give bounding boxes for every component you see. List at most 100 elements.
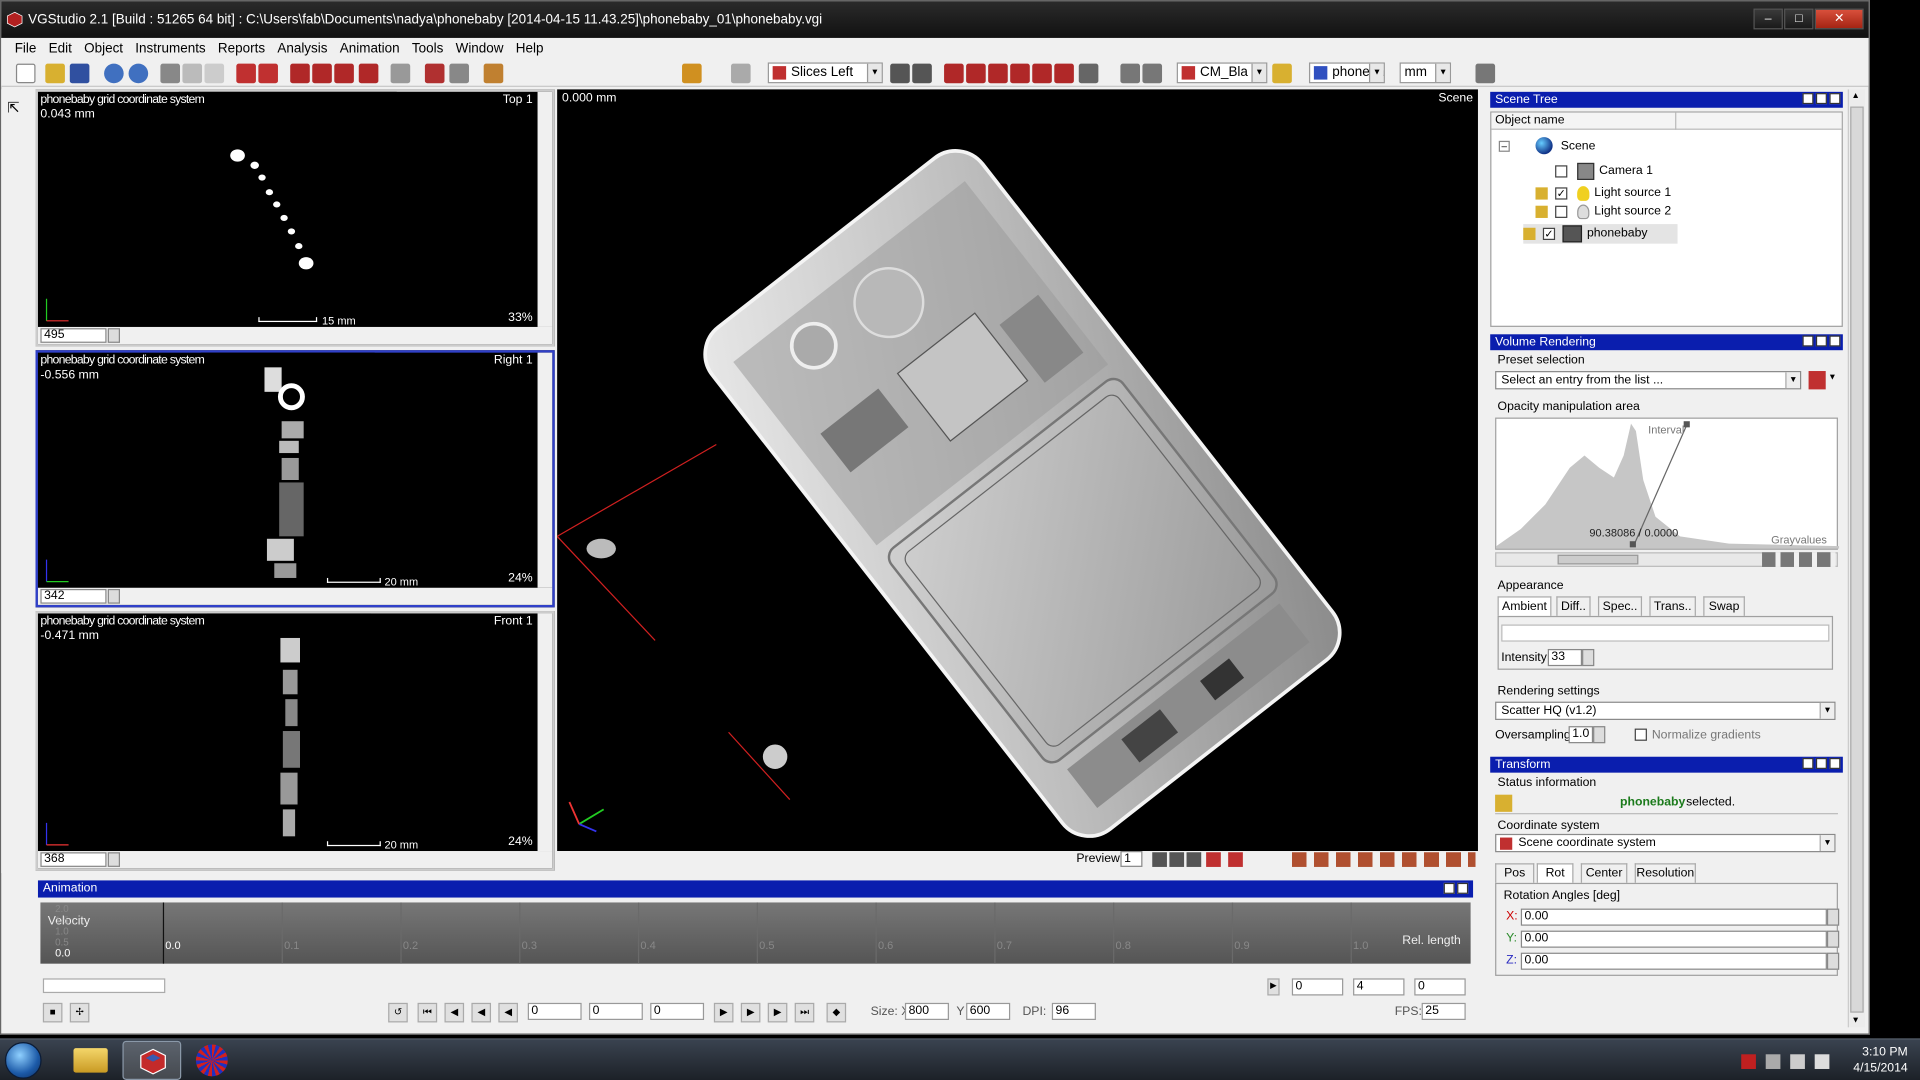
- menu-window[interactable]: Window: [449, 42, 509, 57]
- layout-combo[interactable]: Slices Left ▼: [767, 62, 883, 84]
- wrench-icon[interactable]: [1272, 63, 1292, 84]
- close-button[interactable]: ✕: [1814, 8, 1864, 30]
- tray-flag-icon[interactable]: [1741, 1054, 1756, 1069]
- unit-combo[interactable]: mm ▼: [1399, 62, 1452, 84]
- menu-object[interactable]: Object: [78, 42, 129, 57]
- fit-icon[interactable]: [1142, 63, 1163, 84]
- panel-float-icon[interactable]: [1443, 882, 1455, 894]
- rotation-y-spinner[interactable]: [1826, 930, 1840, 948]
- visibility-checkbox[interactable]: [1555, 165, 1568, 178]
- slice-view-right[interactable]: phonebaby grid coordinate system -0.556 …: [35, 350, 555, 608]
- save-preset-icon[interactable]: [1808, 371, 1826, 390]
- tab-center[interactable]: Center: [1580, 863, 1628, 883]
- copy-icon[interactable]: [182, 63, 203, 84]
- vertical-scrollbar[interactable]: [537, 91, 553, 327]
- object-combo[interactable]: phoneba ▼: [1308, 62, 1385, 84]
- tree-node-scene[interactable]: – Scene: [1498, 137, 1595, 157]
- preview-1x-icon[interactable]: [1186, 852, 1202, 867]
- transform-icon[interactable]: [258, 63, 278, 84]
- render-mode-icon[interactable]: [1206, 852, 1221, 867]
- panel-minimize-icon[interactable]: [1802, 757, 1814, 769]
- opacity-histogram[interactable]: Interval 90.38086 / 0.0000 Grayvalues: [1495, 417, 1840, 550]
- histogram-tools-icon[interactable]: [1762, 552, 1836, 567]
- size-x-input[interactable]: 800: [904, 1002, 949, 1021]
- redo-icon[interactable]: [128, 63, 149, 84]
- scroll-up-icon[interactable]: ▲: [1851, 92, 1859, 101]
- view-iso-icon[interactable]: [1078, 63, 1099, 84]
- taskbar-app-3[interactable]: [184, 1041, 243, 1080]
- vertical-scrollbar[interactable]: [537, 352, 553, 588]
- clipping-tools-icon[interactable]: [1291, 852, 1476, 867]
- menu-animation[interactable]: Animation: [334, 42, 406, 57]
- view-left-icon[interactable]: [988, 63, 1008, 84]
- measure-2-icon[interactable]: [312, 63, 332, 84]
- panel-close-icon[interactable]: [1829, 93, 1841, 105]
- view-right-icon[interactable]: [1010, 63, 1030, 84]
- menu-file[interactable]: File: [9, 42, 43, 57]
- new-file-icon[interactable]: [15, 63, 36, 84]
- slice-view-front[interactable]: phonebaby grid coordinate system -0.471 …: [35, 611, 555, 871]
- scroll-down-icon[interactable]: ▼: [1851, 1016, 1859, 1025]
- play-icon[interactable]: ▶: [713, 1002, 734, 1023]
- maximize-button[interactable]: □: [1784, 8, 1814, 30]
- grid-view-icon[interactable]: [890, 63, 910, 84]
- size-y-input[interactable]: 600: [966, 1002, 1011, 1021]
- cut-icon[interactable]: [160, 63, 181, 84]
- timeline-cursor[interactable]: [162, 902, 165, 964]
- view-top-icon[interactable]: [1032, 63, 1052, 84]
- tab-resolution[interactable]: Resolution: [1634, 863, 1696, 883]
- step-back-icon[interactable]: ◀: [498, 1002, 518, 1023]
- normalize-gradients-checkbox[interactable]: [1634, 728, 1647, 741]
- velocity-timeline[interactable]: Velocity 2.0 1.5 1.0 0.5 0.0 0.0 0.1 0.2…: [40, 902, 1471, 964]
- scroll-right-icon[interactable]: ▶: [1267, 978, 1280, 996]
- tray-action-icon[interactable]: [1790, 1054, 1805, 1069]
- undo-icon[interactable]: [104, 63, 124, 84]
- tab-ambient[interactable]: Ambient: [1497, 596, 1552, 616]
- menu-help[interactable]: Help: [510, 42, 550, 57]
- tab-rot[interactable]: Rot: [1536, 863, 1574, 883]
- slice-spinner[interactable]: [107, 328, 121, 343]
- chevron-down-icon[interactable]: ▼: [1828, 373, 1836, 382]
- crosshair-icon[interactable]: [1228, 852, 1243, 867]
- frame-end-input[interactable]: 0: [1414, 978, 1466, 996]
- slice-number-input[interactable]: 342: [40, 588, 107, 604]
- slice-number-input[interactable]: 368: [40, 852, 107, 867]
- scrollbar-thumb[interactable]: [1850, 106, 1864, 1013]
- preview-2x-icon[interactable]: [1169, 852, 1185, 867]
- rewind-icon[interactable]: ◀: [471, 1002, 492, 1023]
- panel-close-icon[interactable]: [1829, 757, 1841, 769]
- coordinate-system-combo[interactable]: Scene coordinate system ▼: [1495, 833, 1836, 853]
- renderer-combo[interactable]: Scatter HQ (v1.2) ▼: [1495, 701, 1836, 721]
- taskbar-vgstudio[interactable]: [122, 1040, 182, 1080]
- time-input-3[interactable]: 0: [650, 1002, 705, 1021]
- right-dock-scrollbar[interactable]: ▲ ▼: [1847, 89, 1865, 1028]
- minimize-button[interactable]: –: [1753, 8, 1783, 30]
- add-key-icon[interactable]: ◆: [826, 1002, 847, 1023]
- preview-4x-icon[interactable]: [1152, 852, 1167, 867]
- pointer-icon[interactable]: [483, 63, 504, 84]
- paste-icon[interactable]: [204, 63, 225, 84]
- menu-edit[interactable]: Edit: [43, 42, 78, 57]
- menu-analysis[interactable]: Analysis: [271, 42, 333, 57]
- layout-icon[interactable]: [682, 63, 702, 84]
- rotation-y-input[interactable]: 0.00: [1520, 930, 1827, 948]
- fps-input[interactable]: 25: [1421, 1002, 1466, 1021]
- step-forward-icon[interactable]: ▶: [740, 1002, 761, 1023]
- 3d-view[interactable]: 0.000 mm Scene: [556, 89, 1478, 852]
- measure-icon[interactable]: [290, 63, 310, 84]
- start-button[interactable]: [4, 1042, 42, 1079]
- title-bar[interactable]: VGStudio 2.1 [Build : 51265 64 bit] : C:…: [1, 1, 1869, 38]
- taskbar-clock[interactable]: 3:10 PM 4/15/2014: [1810, 1044, 1907, 1076]
- panel-float-icon[interactable]: [1815, 335, 1827, 347]
- first-frame-icon[interactable]: ⏮: [417, 1002, 438, 1023]
- frame-start-input[interactable]: 0: [1291, 978, 1344, 996]
- view-front-icon[interactable]: [944, 63, 964, 84]
- open-folder-icon[interactable]: [45, 63, 65, 84]
- time-input-2[interactable]: 0: [588, 1002, 643, 1021]
- intensity-spinner[interactable]: [1582, 648, 1595, 667]
- help-pointer-icon[interactable]: [1475, 63, 1496, 84]
- frame-count-input[interactable]: 4: [1353, 978, 1405, 996]
- rotation-z-spinner[interactable]: [1826, 952, 1840, 970]
- taskbar-explorer[interactable]: [61, 1041, 120, 1080]
- save-icon[interactable]: [69, 63, 90, 84]
